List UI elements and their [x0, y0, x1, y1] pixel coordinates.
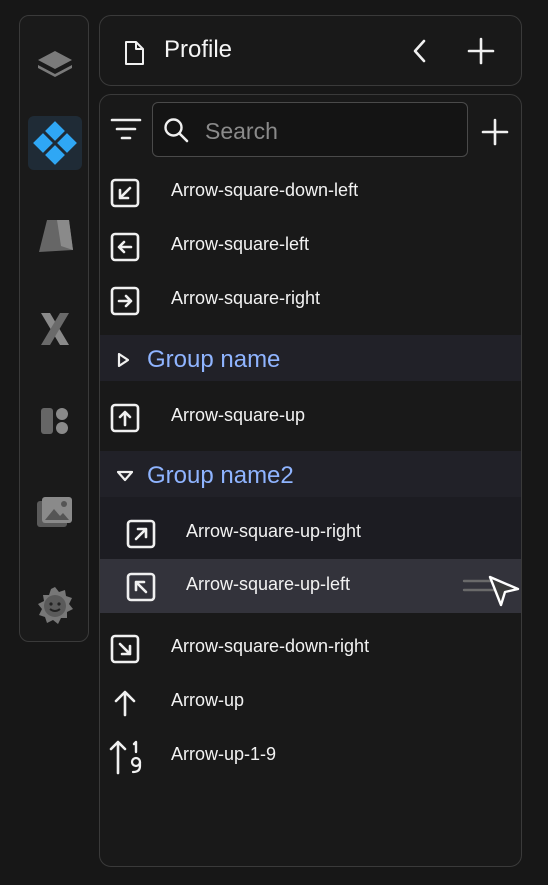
list-item[interactable]: Arrow-up: [100, 675, 521, 729]
profile-header: Profile: [99, 15, 522, 86]
list-item-label: Arrow-square-down-left: [171, 180, 359, 200]
arrow-square-left-icon: [110, 232, 140, 267]
group-label: Group name: [147, 346, 281, 373]
image-icon[interactable]: [28, 486, 82, 540]
arrow-up-icon: [110, 688, 140, 723]
settings-face-icon[interactable]: [28, 579, 82, 633]
list-item-label: Arrow-up-1-9: [171, 744, 277, 764]
list-item[interactable]: Arrow-square-up-right: [100, 506, 521, 560]
list-item[interactable]: Arrow-square-down-right: [100, 621, 521, 675]
chevron-left-icon[interactable]: [408, 38, 432, 69]
page-title: Profile: [164, 36, 233, 63]
group-header[interactable]: Group name: [100, 335, 521, 381]
filter-icon[interactable]: [110, 117, 142, 148]
group-header[interactable]: Group name2: [100, 451, 521, 497]
list-item[interactable]: Arrow-square-down-left: [100, 165, 521, 219]
list-item-label: Arrow-square-down-right: [171, 636, 370, 656]
search-field: [152, 102, 468, 157]
list-item[interactable]: Arrow-square-up: [100, 390, 521, 444]
arrow-square-right-icon: [110, 286, 140, 321]
list-item[interactable]: Arrow-square-right: [100, 273, 521, 327]
mouse-cursor-icon: [486, 573, 521, 614]
add-page-button[interactable]: [466, 36, 496, 71]
x-icon[interactable]: [28, 302, 82, 356]
list-item-label: Arrow-square-left: [171, 234, 310, 254]
list-item-selected[interactable]: Arrow-square-up-left: [100, 559, 521, 613]
components-icon[interactable]: [28, 116, 82, 170]
list-item[interactable]: Arrow-square-left: [100, 219, 521, 273]
arrow-square-up-left-icon: [126, 572, 156, 607]
list-item-label: Arrow-up: [171, 690, 245, 710]
list-item[interactable]: Arrow-up-1-9: [100, 729, 521, 783]
search-input[interactable]: [203, 113, 457, 149]
search-icon: [163, 117, 189, 148]
caret-right-icon[interactable]: [117, 352, 130, 372]
layers-icon[interactable]: [28, 36, 82, 90]
arrow-square-up-icon: [110, 403, 140, 438]
group-label: Group name2: [147, 462, 294, 489]
list-item-label: Arrow-square-up: [171, 405, 306, 425]
arrow-square-up-right-icon: [126, 519, 156, 554]
shapes-icon[interactable]: [28, 209, 82, 263]
app-rail: [19, 15, 89, 642]
layers-panel: Arrow-square-down-left Arrow-square-left…: [99, 94, 522, 867]
list-item-label: Arrow-square-up-left: [186, 574, 351, 594]
caret-down-icon[interactable]: [116, 469, 134, 487]
list-item-label: Arrow-square-right: [171, 288, 321, 308]
document-icon: [122, 40, 146, 71]
arrow-up-1-9-icon: [108, 738, 146, 781]
arrow-square-down-left-icon: [110, 178, 140, 213]
arrow-square-down-right-icon: [110, 634, 140, 669]
list-item-label: Arrow-square-up-right: [186, 521, 362, 541]
add-layer-button[interactable]: [480, 117, 510, 152]
blocks-icon[interactable]: [28, 393, 82, 447]
